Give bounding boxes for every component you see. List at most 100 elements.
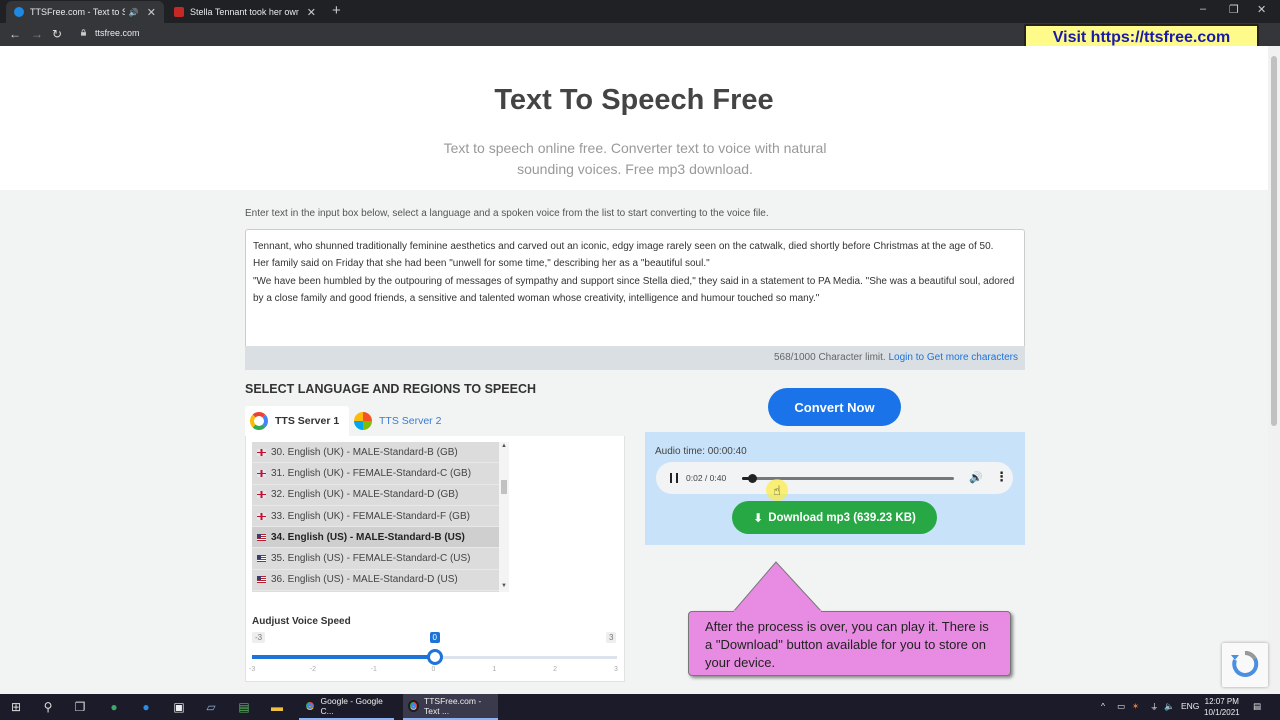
notification-icon[interactable]: ▤: [1253, 701, 1261, 712]
tray-app-icon[interactable]: ✶: [1132, 701, 1139, 712]
windows-taskbar: ⊞ ⚲ ❐ ● ● ▣ ▱ ▤ ▬ Google - Google C... T…: [0, 694, 1280, 720]
excel-icon[interactable]: ▤: [236, 699, 252, 715]
scrollbar-thumb[interactable]: [501, 480, 507, 494]
tab-tts-server-1[interactable]: TTS Server 1: [245, 406, 349, 436]
speed-tick-label: -3: [249, 666, 256, 673]
taskbar-app-label: Google - Google C...: [320, 696, 383, 716]
voice-option[interactable]: 33. English (UK) - FEMALE-Standard-F (GB…: [252, 506, 499, 528]
uk-flag-icon: [257, 491, 266, 499]
uk-flag-icon: [257, 469, 266, 477]
hero-section: Text To Speech Free Text to speech onlin…: [0, 46, 1268, 190]
text-input[interactable]: Tennant, who shunned traditionally femin…: [245, 229, 1025, 347]
text-paragraph: "We have been humbled by the outpouring …: [253, 275, 1015, 304]
voice-option[interactable]: 30. English (UK) - MALE-Standard-B (GB): [252, 442, 499, 464]
voice-label: 31. English (UK) - FEMALE-Standard-C (GB…: [271, 467, 472, 479]
minimize-icon[interactable]: –: [1200, 3, 1206, 15]
voice-label: 33. English (UK) - FEMALE-Standard-F (GB…: [271, 510, 470, 522]
language-section-title: SELECT LANGUAGE AND REGIONS TO SPEECH: [245, 382, 537, 396]
lock-icon: [81, 29, 86, 36]
voice-option[interactable]: 36. English (US) - MALE-Standard-D (US): [252, 570, 499, 592]
edge-legacy-icon[interactable]: ●: [138, 699, 154, 715]
browser-tab-ttsfree[interactable]: TTSFree.com - Text to Speech 🔊 ✕: [6, 1, 164, 23]
url-field[interactable]: ttsfree.com: [95, 28, 140, 38]
login-link[interactable]: Login to Get more characters: [888, 352, 1018, 363]
pause-icon[interactable]: [670, 473, 678, 483]
volume-icon[interactable]: 🔊: [969, 471, 983, 484]
voice-option[interactable]: 31. English (UK) - FEMALE-Standard-C (GB…: [252, 463, 499, 485]
more-options-icon[interactable]: ⋮: [995, 469, 1008, 485]
tray-expand-icon[interactable]: ^: [1101, 701, 1105, 711]
back-icon[interactable]: ←: [9, 27, 21, 41]
voice-option[interactable]: 32. English (UK) - MALE-Standard-D (GB): [252, 485, 499, 506]
browser-tab-bar: TTSFree.com - Text to Speech 🔊 ✕ Stella …: [0, 0, 1280, 23]
new-tab-icon[interactable]: +: [332, 2, 341, 19]
character-limit-bar: 568/1000 Character limit. Login to Get m…: [245, 346, 1025, 370]
speed-value-label: 0: [429, 632, 440, 643]
speaker-icon[interactable]: 🔊: [129, 8, 139, 17]
page-subtitle: Text to speech online free. Converter te…: [443, 140, 827, 177]
speed-tick-label: 2: [553, 666, 558, 673]
search-icon[interactable]: ⚲: [40, 699, 56, 715]
close-tab-icon[interactable]: ✕: [307, 6, 316, 19]
scroll-down-icon[interactable]: ▼: [501, 583, 507, 589]
store-icon[interactable]: ▣: [171, 699, 187, 715]
audio-time: Audio time: 00:00:40: [655, 446, 747, 457]
speed-label: Audjust Voice Speed: [252, 616, 351, 627]
task-view-icon[interactable]: ❐: [72, 699, 88, 715]
voice-list-scrollbar[interactable]: ▲ ▼: [499, 442, 509, 592]
ttsfree-favicon-icon: [14, 7, 24, 17]
scrollbar-thumb[interactable]: [1271, 56, 1277, 426]
speed-tick-label: 3: [614, 666, 618, 673]
taskbar-app-chrome-ttsfree[interactable]: TTSFree.com - Text ...: [403, 694, 498, 720]
file-explorer-icon[interactable]: ▬: [269, 699, 285, 715]
uk-flag-icon: [257, 512, 266, 520]
tab-tts-server-2[interactable]: TTS Server 2: [349, 406, 449, 436]
page-scrollbar[interactable]: [1268, 46, 1280, 694]
tab-title: TTSFree.com - Text to Speech: [30, 7, 125, 17]
us-flag-icon: [257, 555, 266, 563]
windows-start-icon[interactable]: ⊞: [8, 699, 24, 715]
character-count: 568/1000 Character limit.: [773, 352, 886, 363]
reload-icon[interactable]: ↻: [52, 27, 62, 41]
taskbar-app-chrome-google[interactable]: Google - Google C...: [299, 694, 394, 720]
us-flag-icon: [257, 576, 266, 584]
page-title: Text To Speech Free: [494, 84, 774, 116]
tray-usb-icon[interactable]: ⏚: [1150, 701, 1159, 713]
audio-time-display: 0:02 / 0:40: [686, 473, 727, 483]
voice-label: 34. English (US) - MALE-Standard-B (US): [271, 531, 465, 543]
download-icon: ⬇: [753, 510, 764, 525]
notes-icon[interactable]: ▱: [203, 699, 219, 715]
system-clock[interactable]: 12:07 PM 10/1/2021: [1204, 696, 1240, 718]
audio-progress-handle[interactable]: [748, 474, 758, 483]
download-mp3-button[interactable]: ⬇ Download mp3 (639.23 KB): [732, 501, 937, 534]
tray-volume-icon[interactable]: 🔈: [1164, 701, 1175, 712]
clock-time: 12:07 PM: [1204, 697, 1239, 706]
uk-flag-icon: [257, 448, 266, 456]
download-label: Download mp3 (639.23 KB): [768, 511, 916, 524]
text-paragraph: Her family said on Friday that she had b…: [253, 258, 710, 270]
forward-icon[interactable]: →: [31, 27, 43, 41]
voice-option[interactable]: 35. English (US) - FEMALE-Standard-C (US…: [252, 548, 499, 570]
speed-slider-handle[interactable]: [426, 649, 443, 665]
browser-tab-news[interactable]: Stella Tennant took her own life, ✕: [166, 1, 324, 23]
voice-label: 36. English (US) - MALE-Standard-D (US): [271, 574, 458, 586]
tray-tablet-icon[interactable]: ▭: [1117, 701, 1125, 712]
voice-list[interactable]: 30. English (UK) - MALE-Standard-B (GB) …: [252, 442, 499, 592]
chrome-icon: [304, 700, 316, 712]
edge-icon[interactable]: ●: [106, 699, 122, 715]
speed-slider-fill: [252, 655, 435, 659]
maximize-icon[interactable]: ❐: [1229, 3, 1239, 16]
recaptcha-badge[interactable]: [1222, 643, 1268, 687]
voice-option-selected[interactable]: 34. English (US) - MALE-Standard-B (US): [252, 527, 499, 549]
close-window-icon[interactable]: ✕: [1257, 3, 1266, 16]
voice-label: 30. English (UK) - MALE-Standard-B (GB): [271, 446, 458, 458]
scroll-up-icon[interactable]: ▲: [501, 443, 507, 449]
convert-now-button[interactable]: Convert Now: [768, 388, 901, 426]
text-paragraph: Tennant, who shunned traditionally femin…: [253, 241, 994, 252]
tab-title: Stella Tennant took her own life,: [190, 7, 299, 17]
tab-label: TTS Server 1: [275, 415, 340, 427]
close-tab-icon[interactable]: ✕: [147, 6, 156, 19]
google-icon: [250, 412, 268, 430]
tray-language[interactable]: ENG: [1181, 701, 1199, 711]
news-favicon-icon: [174, 7, 184, 17]
